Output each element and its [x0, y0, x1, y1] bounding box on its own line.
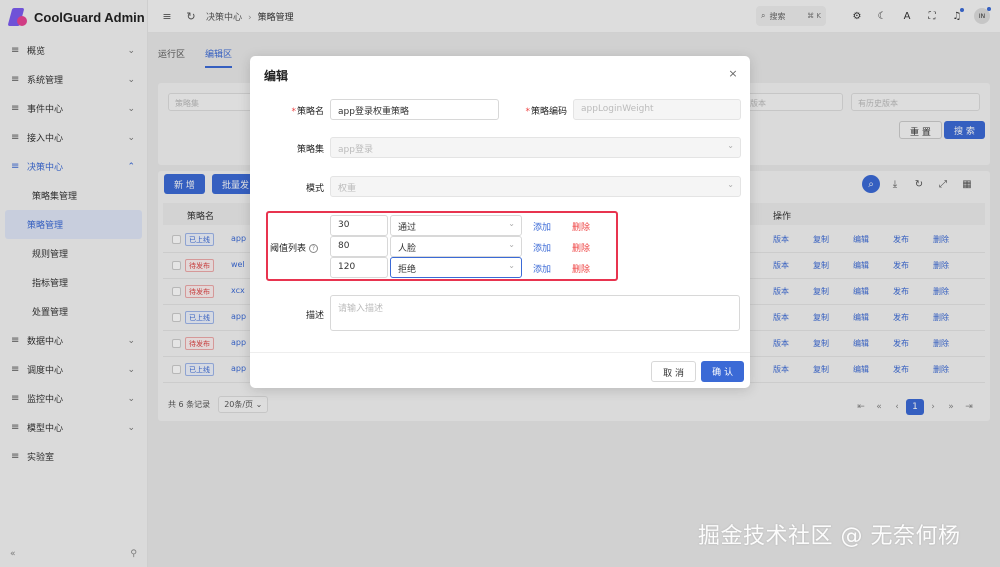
desc-label: 描述 [305, 311, 324, 321]
modal-footer: 取 消 确 认 [250, 352, 750, 388]
edit-modal: 编辑 × *策略名 app登录权重策略 *策略编码 appLoginWeight… [250, 56, 750, 388]
watermark: 掘金技术社区 @ 无奈何杨 [698, 524, 961, 549]
threshold-action-select[interactable]: 通过 ⌄ [390, 215, 522, 236]
chevron-down-icon: ⌄ [727, 141, 734, 150]
add-threshold-link[interactable]: 添加 [533, 220, 551, 233]
mode-label: 模式 [305, 184, 324, 194]
code-label: *策略编码 [525, 107, 567, 117]
policy-set-select: app登录 ⌄ [330, 137, 741, 158]
name-label: *策略名 [291, 107, 324, 117]
add-threshold-link[interactable]: 添加 [533, 262, 551, 275]
mode-select: 权重 ⌄ [330, 176, 741, 197]
close-icon[interactable]: × [726, 66, 740, 80]
policy-set-label: 策略集 [296, 145, 324, 155]
threshold-action-select[interactable]: 人脸 ⌄ [390, 236, 522, 257]
chevron-down-icon: ⌄ [508, 261, 515, 270]
delete-threshold-link[interactable]: 删除 [572, 220, 590, 233]
threshold-action-select[interactable]: 拒绝 ⌄ [390, 257, 522, 278]
threshold-value-input[interactable]: 120 [330, 257, 388, 278]
threshold-value-input[interactable]: 30 [330, 215, 388, 236]
policy-set-value: app登录 [338, 145, 373, 155]
policy-code-input: appLoginWeight [573, 99, 741, 120]
help-icon[interactable]: ? [309, 244, 319, 253]
mode-value: 权重 [338, 184, 357, 194]
add-threshold-link[interactable]: 添加 [533, 241, 551, 254]
confirm-button[interactable]: 确 认 [701, 361, 744, 382]
modal-title: 编辑 [264, 69, 289, 83]
threshold-action-value: 通过 [398, 223, 417, 233]
chevron-down-icon: ⌄ [508, 219, 515, 228]
chevron-down-icon: ⌄ [727, 180, 734, 189]
delete-threshold-link[interactable]: 删除 [572, 262, 590, 275]
cancel-button[interactable]: 取 消 [651, 361, 696, 382]
description-textarea[interactable]: 请输入描述 [330, 295, 740, 331]
delete-threshold-link[interactable]: 删除 [572, 241, 590, 254]
threshold-action-value: 人脸 [398, 244, 417, 254]
threshold-value-input[interactable]: 80 [330, 236, 388, 257]
chevron-down-icon: ⌄ [508, 240, 515, 249]
policy-name-input[interactable]: app登录权重策略 [330, 99, 499, 120]
threshold-label: 阈值列表? [270, 241, 326, 254]
threshold-action-value: 拒绝 [398, 265, 417, 275]
